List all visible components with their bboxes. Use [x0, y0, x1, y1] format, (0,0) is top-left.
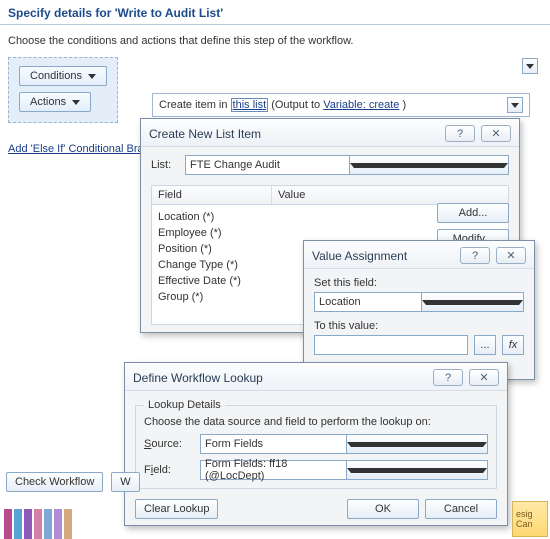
close-button[interactable]: ✕ [496, 247, 526, 264]
this-list-link[interactable]: this list [231, 98, 269, 112]
columns-header: Field Value [151, 185, 509, 205]
truncated-panel: esig Can [512, 501, 548, 537]
bottom-toolbar: Check Workflow W [6, 472, 140, 492]
chevron-down-icon [88, 74, 96, 79]
dialog-value-assignment: Value Assignment ? ✕ Set this field: Loc… [303, 240, 535, 380]
help-button[interactable]: ? [433, 369, 463, 386]
add-button[interactable]: Add... [437, 203, 509, 223]
close-button[interactable]: ✕ [481, 125, 511, 142]
conditions-actions-block: Conditions Actions [8, 57, 118, 123]
field-value: Form Fields: ff18 (@LocDept) [205, 458, 346, 482]
instruction-text: Choose the conditions and actions that d… [0, 25, 550, 53]
set-field-select[interactable]: Location [314, 292, 524, 312]
ok-button[interactable]: OK [347, 499, 419, 519]
add-else-if-link[interactable]: Add 'Else If' Conditional Bran [8, 143, 150, 155]
rule-dropdown[interactable] [507, 97, 523, 113]
lookup-details-group: Lookup Details Choose the data source an… [135, 405, 497, 489]
chevron-down-icon [421, 293, 524, 311]
source-value: Form Fields [205, 438, 346, 450]
check-workflow-button[interactable]: Check Workflow [6, 472, 103, 492]
chevron-down-icon [349, 156, 509, 174]
dialog-title: Value Assignment [312, 249, 407, 263]
source-label: Source: [144, 438, 194, 450]
truncated-button[interactable]: W [111, 472, 139, 492]
conditions-button[interactable]: Conditions [19, 66, 107, 86]
output-variable-link[interactable]: Variable: create [323, 99, 399, 111]
help-button[interactable]: ? [460, 247, 490, 264]
action-statement-text: Create item in this list (Output to Vari… [159, 99, 406, 111]
action-statement: Create item in this list (Output to Vari… [152, 93, 530, 117]
lookup-instruction: Choose the data source and field to perf… [144, 416, 488, 428]
set-field-label: Set this field: [314, 277, 524, 289]
field-select[interactable]: Form Fields: ff18 (@LocDept) [200, 460, 488, 480]
dialog-workflow-lookup: Define Workflow Lookup ? ✕ Lookup Detail… [124, 362, 508, 526]
cancel-button[interactable]: Cancel [425, 499, 497, 519]
chevron-down-icon [346, 435, 488, 453]
set-field-value: Location [319, 296, 421, 308]
help-button[interactable]: ? [445, 125, 475, 142]
list-select[interactable]: FTE Change Audit [185, 155, 509, 175]
col-field: Field [152, 186, 272, 204]
browse-button[interactable]: ... [474, 335, 496, 355]
source-select[interactable]: Form Fields [200, 434, 488, 454]
conditions-button-label: Conditions [30, 70, 82, 82]
actions-button[interactable]: Actions [19, 92, 91, 112]
color-stripes [4, 509, 74, 539]
actions-button-label: Actions [30, 96, 66, 108]
close-button[interactable]: ✕ [469, 369, 499, 386]
to-value-input[interactable] [314, 335, 468, 355]
group-legend: Lookup Details [144, 399, 225, 411]
field-label: Field: [144, 464, 194, 476]
clear-lookup-button[interactable]: Clear Lookup [135, 499, 218, 519]
chevron-down-icon [72, 100, 80, 105]
to-value-label: To this value: [314, 320, 524, 332]
col-value: Value [272, 186, 508, 204]
page-title: Specify details for 'Write to Audit List… [0, 0, 550, 25]
chevron-down-icon [346, 461, 488, 479]
list-label: List: [151, 159, 179, 171]
dialog-title: Create New List Item [149, 127, 261, 141]
dialog-title: Define Workflow Lookup [133, 371, 263, 385]
fx-button[interactable]: fx [502, 335, 524, 355]
list-select-value: FTE Change Audit [190, 159, 349, 171]
